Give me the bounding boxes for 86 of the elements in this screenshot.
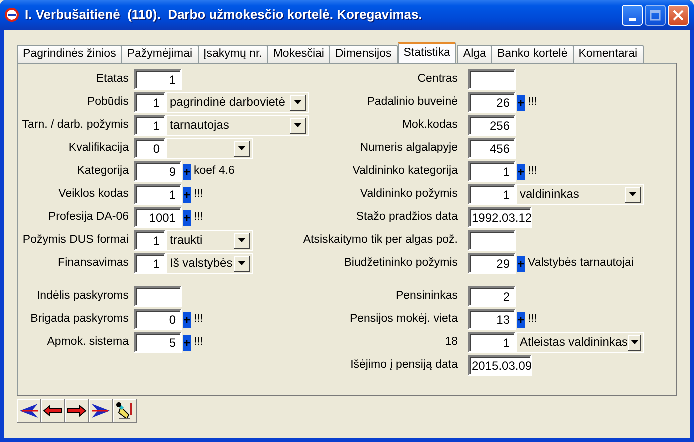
field-label: Atsiskaitymo tik per algas pož. [303, 234, 458, 248]
minimize-icon [629, 18, 636, 20]
field-label: Požymis DUS formai [22, 234, 129, 248]
field-label: Apmok. sistema [47, 336, 129, 350]
field-label: Pobūdis [87, 96, 129, 110]
input-field[interactable]: 1001 [134, 207, 182, 228]
input-field[interactable] [468, 230, 516, 251]
tab[interactable]: Pažymėjimai [121, 45, 199, 63]
input-field[interactable]: 456 [468, 138, 516, 159]
maximize-icon [650, 10, 661, 20]
note-text: !!! [528, 96, 538, 110]
note-text: !!! [194, 188, 204, 202]
input-field[interactable] [468, 69, 516, 90]
field-label: Kvalifikacija [68, 142, 129, 156]
field-label: Finansavimas [58, 256, 129, 270]
code-field[interactable]: 1 [134, 115, 166, 136]
code-field[interactable]: 1 [134, 253, 166, 274]
note-text: !!! [528, 312, 538, 326]
input-field[interactable]: 1 [134, 184, 182, 205]
dropdown[interactable]: traukti [166, 230, 253, 251]
maximize-button[interactable] [645, 4, 666, 26]
field-label: Išėjimo į pensiją data [350, 358, 458, 372]
tab[interactable]: Statistika [398, 42, 456, 63]
field-label: Padalinio buveinė [367, 96, 458, 110]
field-label: Kategorija [77, 164, 129, 178]
field-label: Valdininko kategorija [352, 164, 458, 178]
field-label: Pensininkas [396, 290, 458, 304]
code-field[interactable]: 1 [134, 92, 166, 113]
tab[interactable]: Banko kortelė [491, 45, 574, 63]
input-field[interactable]: 2 [468, 286, 516, 307]
input-field[interactable]: 1 [134, 69, 182, 90]
field-label: Etatas [96, 72, 129, 86]
first-record-icon[interactable] [17, 399, 41, 423]
field-label: Mok.kodas [402, 118, 458, 132]
input-field[interactable]: 0 [134, 309, 182, 330]
input-field[interactable]: 256 [468, 115, 516, 136]
code-field[interactable]: 1 [468, 332, 516, 353]
tab[interactable]: Įsakymų nr. [198, 45, 268, 63]
field-label: Valdininko požymis [360, 188, 458, 202]
close-button[interactable] [668, 4, 689, 26]
input-field[interactable]: 13 [468, 309, 516, 330]
field-label: Stažo pradžios data [356, 210, 458, 224]
note-text: !!! [194, 336, 204, 350]
note-text: !!! [528, 164, 538, 178]
code-field[interactable]: 0 [134, 138, 166, 159]
field-label: Profesija DA-06 [48, 210, 129, 224]
dropdown[interactable]: pagrindinė darbovietė [166, 92, 309, 113]
field-label: Biudžetininko požymis [344, 256, 458, 270]
input-field[interactable]: 1 [468, 161, 516, 182]
date-field[interactable]: 1992.03.12 [468, 207, 532, 228]
tab[interactable]: Mokesčiai [267, 45, 330, 63]
app-logo-icon [5, 8, 19, 22]
input-field[interactable]: 5 [134, 332, 182, 353]
field-label: Indėlis paskyroms [36, 290, 129, 304]
input-field[interactable]: 29 [468, 253, 516, 274]
field-label: Tarn. / darb. požymis [22, 118, 129, 132]
hand-pencil-icon[interactable] [113, 399, 137, 423]
tab[interactable]: Alga [457, 45, 492, 63]
field-label: Centras [418, 72, 458, 86]
field-label: Pensijos mokėj. vieta [350, 312, 458, 326]
field-label: Numeris algalapyje [360, 142, 458, 156]
tab[interactable]: Pagrindinės žinios [17, 45, 122, 63]
note-text: !!! [194, 210, 204, 224]
field-label: Veiklos kodas [58, 188, 129, 202]
input-field[interactable]: 26 [468, 92, 516, 113]
last-record-icon[interactable] [89, 399, 113, 423]
dropdown[interactable] [166, 138, 253, 159]
window-title: I. Verbušaitienė (110). Darbo užmokesčio kortelė. Koregavimas. [25, 7, 422, 23]
note-text: !!! [194, 312, 204, 326]
dropdown[interactable]: Atleistas valdininkas [516, 332, 644, 353]
note-text: Valstybės tarnautojai [528, 256, 634, 270]
dropdown[interactable]: tarnautojas [166, 115, 309, 136]
field-label: 18 [445, 336, 458, 350]
date-field[interactable]: 2015.03.09 [468, 355, 532, 376]
dropdown[interactable]: Iš valstybės [166, 253, 253, 274]
note-text: koef 4.6 [194, 164, 235, 178]
field-label: Brigada paskyroms [30, 312, 129, 326]
minimize-button[interactable] [622, 4, 643, 26]
input-field[interactable]: 9 [134, 161, 182, 182]
tab[interactable]: Dimensijos [329, 45, 398, 63]
code-field[interactable]: 1 [468, 184, 516, 205]
tab[interactable]: Komentarai [572, 45, 644, 63]
close-icon [673, 10, 684, 20]
input-field[interactable] [134, 286, 182, 307]
code-field[interactable]: 1 [134, 230, 166, 251]
dropdown[interactable]: valdininkas [516, 184, 644, 205]
